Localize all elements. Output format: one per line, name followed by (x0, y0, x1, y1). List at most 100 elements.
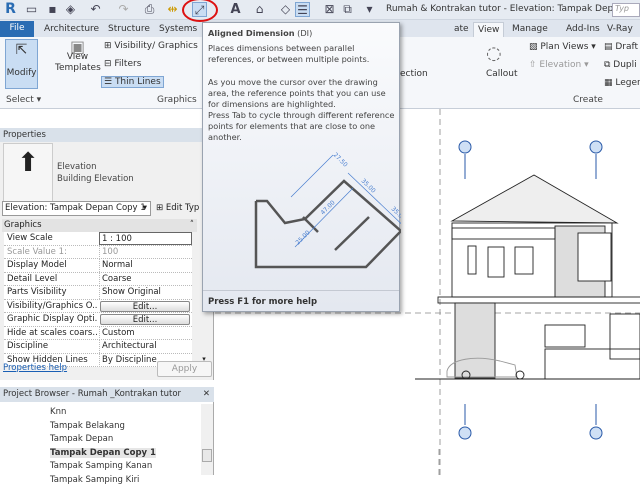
property-value[interactable]: Coarse (99, 272, 192, 286)
property-row[interactable]: Scale Value 1: 100 (4, 245, 192, 259)
duplicate-view-button[interactable]: ⧉ Dupli (604, 60, 637, 70)
create-panel-label: Create (573, 95, 603, 105)
property-value[interactable]: Architectural (99, 340, 192, 353)
property-row[interactable]: Graphic Display Opti... Edit... (4, 313, 192, 327)
dim-label: 27.50 (332, 151, 349, 168)
tab-systems[interactable]: Systems (155, 22, 201, 37)
elevation-button[interactable]: ⇧ Elevation ▾ (529, 60, 589, 70)
property-row[interactable]: Discipline Architectural (4, 340, 192, 354)
type-family: Elevation (57, 162, 97, 172)
browser-item[interactable]: Tampak Belakang (50, 421, 125, 431)
thin-lines-button[interactable]: ☰ Thin Lines (101, 76, 164, 88)
close-hidden-icon[interactable]: ⊠ (322, 2, 337, 17)
edit-type-button[interactable]: ⊞ Edit Typ (156, 203, 199, 213)
customize-icon[interactable]: ▾ (362, 2, 377, 17)
edit-type-icon: ⊞ (156, 203, 166, 213)
thin-lines-icon[interactable]: ☰ (295, 2, 310, 17)
project-browser-header: Project Browser - Rumah _Kontrakan tutor… (0, 387, 214, 402)
redo-icon[interactable]: ↷ (116, 2, 131, 17)
sync-icon[interactable]: ◈ (63, 2, 78, 17)
property-value: 100 (99, 245, 192, 259)
view-templates-button[interactable]: ▣ View Templates (55, 39, 101, 74)
graphics-group-header[interactable]: Graphics ˄ (2, 219, 197, 232)
property-value[interactable]: Show Original (99, 286, 192, 299)
section-button[interactable]: ection (400, 69, 428, 79)
visibility-graphics-button[interactable]: ⊞ Visibility/ Graphics (104, 41, 198, 51)
undo-icon[interactable]: ↶ (88, 2, 103, 17)
text-icon[interactable]: A (228, 2, 243, 17)
property-value[interactable]: Custom (99, 326, 192, 340)
graphics-group-label: Graphics (4, 220, 42, 230)
property-name: Visibility/Graphics O... (7, 300, 97, 311)
measure-icon[interactable]: ⇹ (165, 2, 180, 17)
property-row[interactable]: Visibility/Graphics O... Edit... (4, 299, 192, 313)
thin-lines-icon: ☰ (104, 77, 115, 87)
tab-structure[interactable]: Structure (104, 22, 154, 37)
visibility-label: Visibility/ Graphics (114, 41, 198, 51)
property-row[interactable]: Detail Level Coarse (4, 272, 192, 286)
apply-button[interactable]: Apply (157, 361, 212, 377)
chevron-down-icon: ▾ (142, 203, 147, 213)
property-name: View Scale (7, 233, 53, 243)
select-label: Select (6, 95, 34, 105)
browser-item[interactable]: Tampak Samping Kiri (50, 475, 139, 485)
property-name: Graphic Display Opti... (7, 314, 97, 324)
switch-windows-icon[interactable]: ⧉ (340, 2, 355, 17)
property-row[interactable]: Parts Visibility Show Original (4, 286, 192, 300)
edit-button[interactable]: Edit... (100, 300, 190, 312)
legends-button[interactable]: ▦ Legen (604, 78, 640, 88)
instance-selector[interactable]: Elevation: Tampak Depan Copy 1 ▾ (2, 201, 151, 216)
tab-manage[interactable]: Manage (508, 22, 552, 37)
property-row[interactable]: View Scale 1 : 100 (4, 232, 192, 246)
edit-button[interactable]: Edit... (100, 314, 190, 325)
tooltip-cursor-hint: As you move the cursor over the drawing … (208, 77, 386, 109)
type-image: ⬆ (3, 143, 53, 205)
elevation-label: Elevation (539, 60, 582, 70)
modify-button[interactable]: ⇱ Modify (5, 39, 38, 89)
tooltip-illustration: 27.50 35.00 35.00 47.00 25.00 (254, 151, 401, 269)
browser-item[interactable]: Tampak Depan (50, 434, 113, 444)
properties-help-link[interactable]: Properties help (3, 363, 67, 373)
filters-button[interactable]: ⊟ Filters (104, 59, 141, 69)
cursor-icon: ⇱ (15, 42, 28, 58)
project-browser-title: Project Browser - Rumah _Kontrakan tutor (3, 389, 182, 399)
browser-item[interactable]: Tampak Depan Copy 1 (50, 447, 156, 458)
save-icon[interactable]: ▪ (45, 2, 60, 17)
3d-view-icon[interactable]: ⌂ (252, 2, 267, 17)
property-row[interactable]: Hide at scales coars... Custom (4, 326, 192, 340)
collapse-icon: ˄ (189, 220, 194, 230)
tooltip-footer: Press F1 for more help (203, 290, 399, 313)
drafting-view-button[interactable]: ▤ Draft (604, 42, 638, 52)
browser-item[interactable]: Knn (50, 407, 66, 417)
tab-add-ins[interactable]: Add-Ins (562, 22, 604, 37)
drafting-label: Draft (615, 42, 639, 52)
section-icon[interactable]: ◇ (278, 2, 293, 17)
browser-item[interactable]: Tampak Samping Kanan (50, 461, 152, 471)
tab-file[interactable]: File (0, 21, 34, 37)
scroll-thumb[interactable] (202, 449, 212, 462)
tab-annotate[interactable]: ate (450, 22, 473, 37)
callout-button[interactable]: Callout (486, 69, 518, 79)
select-panel-label[interactable]: Select ▾ (6, 95, 41, 105)
search-input[interactable]: Typ (612, 3, 640, 17)
tab-view[interactable]: View (473, 22, 505, 37)
duplicate-icon: ⧉ (604, 60, 614, 70)
tab-architecture[interactable]: Architecture (40, 22, 103, 37)
open-icon[interactable]: ▭ (24, 2, 39, 17)
visibility-icon: ⊞ (104, 41, 115, 51)
browser-scrollbar[interactable] (201, 404, 213, 475)
print-icon[interactable]: ⎙ (142, 2, 157, 17)
legends-label: Legen (615, 78, 640, 88)
property-value[interactable]: Normal (99, 259, 192, 272)
properties-palette: Properties ⬆ Elevation Building Elevatio… (0, 128, 214, 380)
drafting-icon: ▤ (604, 42, 616, 52)
filters-label: Filters (114, 59, 142, 69)
property-row[interactable]: Display Model Normal (4, 259, 192, 273)
tab-vray[interactable]: V-Ray (603, 22, 637, 37)
plan-views-button[interactable]: ▧ Plan Views ▾ (529, 42, 596, 52)
tooltip-aligned-dimension: Aligned Dimension (DI) Places dimensions… (202, 22, 401, 313)
close-icon[interactable]: ✕ (203, 387, 210, 401)
property-value[interactable]: 1 : 100 (99, 232, 192, 245)
property-name: Discipline (7, 341, 49, 351)
revit-logo[interactable]: R (3, 2, 18, 17)
